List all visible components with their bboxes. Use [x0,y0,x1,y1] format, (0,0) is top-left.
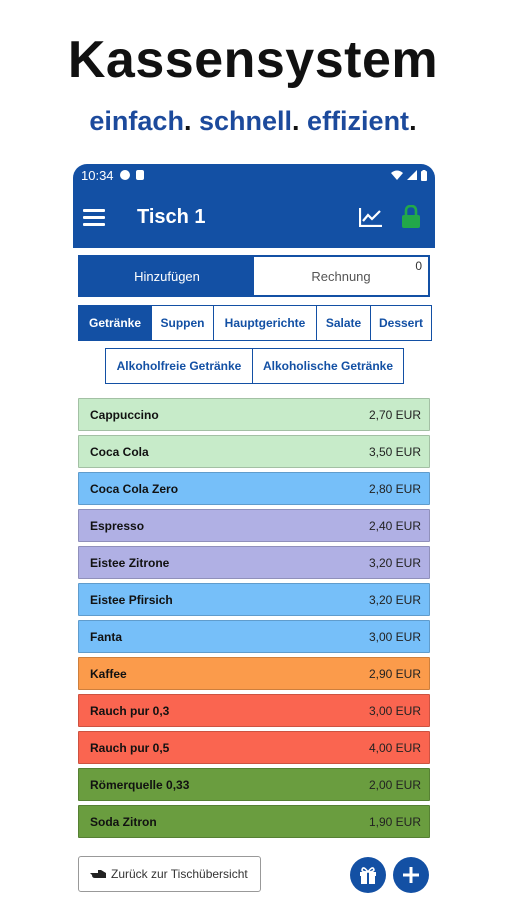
battery-icon [421,169,427,181]
product-price: 2,80 EUR [368,481,421,496]
status-bar: 10:34 [73,164,435,186]
hero-dot-1: . [183,106,192,136]
gift-button[interactable] [350,857,386,893]
signal-icon [407,170,417,180]
product-item[interactable]: Soda Zitron 1,90 EUR [78,805,430,838]
subcategory-non-alcoholic[interactable]: Alkoholfreie Getränke [105,348,253,384]
status-time: 10:34 [81,167,114,183]
product-list: Cappuccino 2,70 EUR Coca Cola 3,50 EUR Coca … [78,398,430,842]
mode-toggle: Hinzufügen Rechnung 0 [78,255,430,297]
hero-title: Kassensystem [67,31,439,89]
category-tabs: Getränke Suppen Hauptgerichte Salate Des… [78,305,432,341]
hand-pointer-icon [90,870,106,878]
wifi-icon [391,170,403,180]
hero-word-3: effizient [307,106,410,136]
bill-count-badge: 0 [415,259,422,273]
product-name: Eistee Pfirsich [90,592,173,607]
product-price: 3,20 EUR [368,592,421,607]
product-item[interactable]: Fanta 3,00 EUR [78,620,430,653]
product-item[interactable]: Kaffee 2,90 EUR [78,657,430,690]
product-price: 3,50 EUR [368,444,421,459]
product-price: 2,70 EUR [368,407,421,422]
back-button-label: Zurück zur Tischübersicht [111,867,248,881]
status-icons [391,169,427,181]
tab-bill-label: Rechnung [311,268,371,284]
notification-icon [119,170,130,180]
hero-dot-2: . [292,106,300,136]
product-name: Römerquelle 0,33 [90,777,190,792]
product-item[interactable]: Espresso 2,40 EUR [78,509,430,542]
lock-icon[interactable] [401,205,421,229]
product-price: 3,20 EUR [368,555,421,570]
hero-subtitle: einfach. schnell. effizient. [0,106,506,137]
product-price: 2,40 EUR [368,518,421,533]
plus-icon [403,867,419,883]
gift-icon [360,867,376,884]
subcategory-tabs: Alkoholfreie Getränke Alkoholische Geträ… [105,348,404,384]
tab-add-label: Hinzufügen [134,268,200,284]
product-price: 2,90 EUR [368,666,421,681]
category-tab-dessert[interactable]: Dessert [370,305,432,341]
product-price: 2,00 EUR [368,777,421,792]
category-tab-mains[interactable]: Hauptgerichte [213,305,317,341]
product-price: 3,00 EUR [368,629,421,644]
product-price: 4,00 EUR [368,740,421,755]
product-item[interactable]: Coca Cola 3,50 EUR [78,435,430,468]
page-title: Tisch 1 [137,205,206,228]
product-price: 1,90 EUR [368,814,421,829]
product-name: Soda Zitron [90,814,157,829]
product-name: Coca Cola Zero [90,481,179,496]
product-name: Kaffee [90,666,127,681]
tab-add[interactable]: Hinzufügen [80,257,254,295]
product-item[interactable]: Eistee Zitrone 3,20 EUR [78,546,430,579]
product-item[interactable]: Eistee Pfirsich 3,20 EUR [78,583,430,616]
category-tab-drinks[interactable]: Getränke [78,305,152,341]
app-bar: Tisch 1 [73,186,435,248]
product-name: Espresso [90,518,145,533]
product-name: Fanta [90,629,123,644]
product-item[interactable]: Rauch pur 0,3 3,00 EUR [78,694,430,727]
product-item[interactable]: Römerquelle 0,33 2,00 EUR [78,768,430,801]
chart-icon[interactable] [359,207,383,227]
product-name: Rauch pur 0,3 [90,703,170,718]
subcategory-alcoholic[interactable]: Alkoholische Getränke [252,348,404,384]
sim-icon [135,170,144,180]
product-item[interactable]: Coca Cola Zero 2,80 EUR [78,472,430,505]
category-tab-soups[interactable]: Suppen [151,305,214,341]
product-name: Cappuccino [90,407,159,422]
phone-screen: 10:34 Tisch 1 Hinzufügen Rechnung 0 Getr… [73,164,435,900]
back-to-tables-button[interactable]: Zurück zur Tischübersicht [78,856,261,892]
app-bar-actions [359,205,425,229]
add-item-button[interactable] [393,857,429,893]
hero-word-2: schnell [198,106,293,136]
category-tab-salads[interactable]: Salate [316,305,371,341]
hero-word-1: einfach [89,106,184,136]
hero-dot-3: . [409,106,417,136]
product-name: Eistee Zitrone [90,555,170,570]
product-name: Coca Cola [90,444,149,459]
bottom-bar: Zurück zur Tischübersicht [73,856,435,900]
product-name: Rauch pur 0,5 [90,740,170,755]
tab-bill[interactable]: Rechnung 0 [254,257,428,295]
product-item[interactable]: Cappuccino 2,70 EUR [78,398,430,431]
menu-icon[interactable] [83,208,105,226]
product-price: 3,00 EUR [368,703,421,718]
product-item[interactable]: Rauch pur 0,5 4,00 EUR [78,731,430,764]
